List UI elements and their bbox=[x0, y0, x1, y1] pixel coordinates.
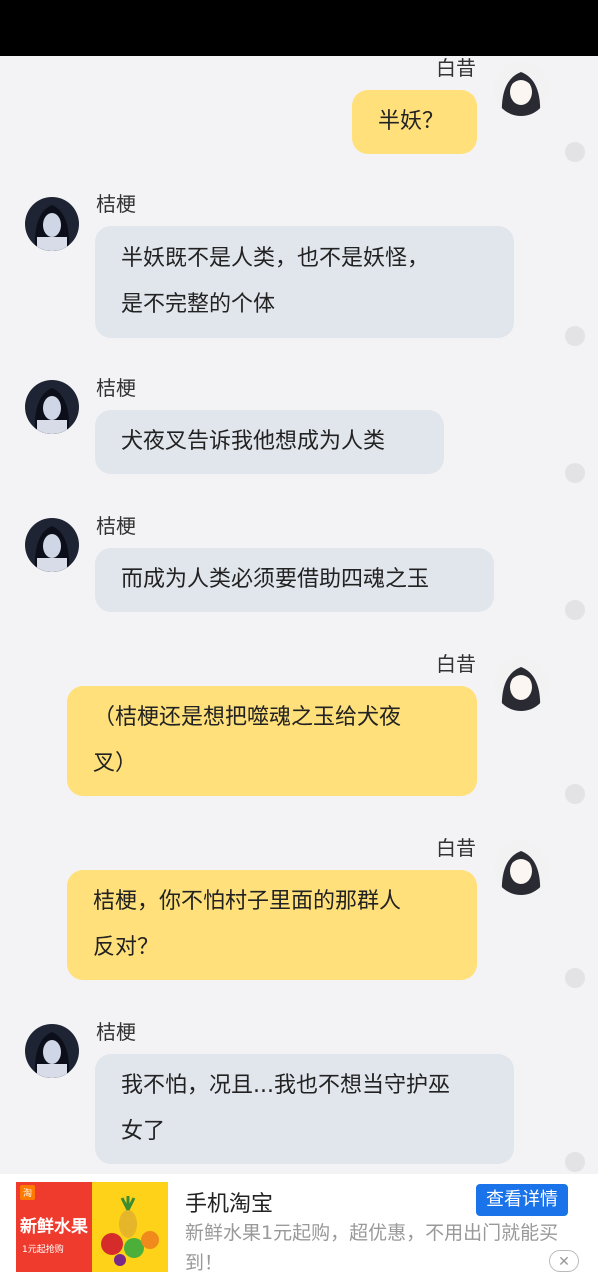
sender-name: 桔梗 bbox=[96, 1020, 136, 1044]
message-text-line: 反对？ bbox=[93, 935, 160, 960]
avatar-baixi[interactable] bbox=[494, 841, 548, 895]
avatar-baixi[interactable] bbox=[494, 657, 548, 711]
message-status-indicator bbox=[565, 600, 585, 620]
ad-image-subtext: 1元起抢购 bbox=[22, 1245, 64, 1255]
avatar-kikyo[interactable] bbox=[25, 380, 79, 434]
message-text-line: 半妖既不是人类，也不是妖怪， bbox=[121, 246, 430, 271]
ad-description[interactable]: 新鲜水果1元起购，超优惠，不用出门就能买到！ bbox=[185, 1218, 575, 1278]
sender-name: 白昔 bbox=[436, 652, 476, 676]
message-text-line: 叉） bbox=[93, 751, 138, 776]
close-icon[interactable]: ✕ bbox=[549, 1250, 579, 1272]
status-bar bbox=[0, 0, 598, 56]
taobao-tag: 淘 bbox=[20, 1185, 36, 1200]
message-text-line: 是不完整的个体 bbox=[121, 292, 276, 317]
sender-name: 桔梗 bbox=[96, 376, 136, 400]
message-status-indicator bbox=[565, 784, 585, 804]
message-text-line: 女了 bbox=[121, 1119, 166, 1144]
message-bubble[interactable]: 犬夜叉告诉我他想成为人类 bbox=[95, 410, 444, 474]
message-bubble[interactable]: 而成为人类必须要借助四魂之玉 bbox=[95, 548, 494, 612]
message-bubble[interactable]: 半妖？ bbox=[352, 90, 477, 154]
message-status-indicator bbox=[565, 1152, 585, 1172]
message-bubble[interactable]: 半妖既不是人类，也不是妖怪， 是不完整的个体 bbox=[95, 226, 514, 338]
message-bubble[interactable]: （桔梗还是想把噬魂之玉给犬夜 叉） bbox=[67, 686, 477, 796]
message-status-indicator bbox=[565, 968, 585, 988]
sender-name: 白昔 bbox=[436, 56, 476, 80]
chat-area[interactable]: 白昔 半妖？ 桔梗 半妖既不是人类，也不是妖怪， 是不完整的个体 桔梗 犬夜叉告… bbox=[0, 56, 598, 1174]
ad-image-headline: 新鲜水果 bbox=[20, 1217, 88, 1237]
message-text-line: 犬夜叉告诉我他想成为人类 bbox=[121, 429, 386, 454]
message-status-indicator bbox=[565, 326, 585, 346]
avatar-kikyo[interactable] bbox=[25, 197, 79, 251]
ad-banner[interactable]: 淘 新鲜水果 1元起抢购 手机淘宝 查看详情 新鲜水果1元起购，超优惠，不用出门… bbox=[0, 1174, 598, 1280]
avatar-baixi[interactable] bbox=[494, 62, 548, 116]
view-details-button[interactable]: 查看详情 bbox=[476, 1184, 568, 1216]
message-text-line: 我不怕，况且...我也不想当守护巫 bbox=[121, 1073, 450, 1098]
message-text-line: 而成为人类必须要借助四魂之玉 bbox=[121, 567, 430, 592]
message-status-indicator bbox=[565, 463, 585, 483]
avatar-kikyo[interactable] bbox=[25, 518, 79, 572]
sender-name: 桔梗 bbox=[96, 514, 136, 538]
message-text-line: （桔梗还是想把噬魂之玉给犬夜 bbox=[93, 705, 402, 730]
sender-name: 桔梗 bbox=[96, 192, 136, 216]
ad-image[interactable]: 淘 新鲜水果 1元起抢购 bbox=[16, 1182, 168, 1272]
fruit-icon bbox=[101, 1196, 159, 1266]
message-status-indicator bbox=[565, 142, 585, 162]
message-text-line: 半妖？ bbox=[378, 109, 445, 134]
message-text-line: 桔梗，你不怕村子里面的那群人 bbox=[93, 889, 402, 914]
sender-name: 白昔 bbox=[436, 836, 476, 860]
message-bubble[interactable]: 我不怕，况且...我也不想当守护巫 女了 bbox=[95, 1054, 514, 1164]
message-bubble[interactable]: 桔梗，你不怕村子里面的那群人 反对？ bbox=[67, 870, 477, 980]
ad-title[interactable]: 手机淘宝 bbox=[185, 1186, 273, 1218]
avatar-kikyo[interactable] bbox=[25, 1024, 79, 1078]
